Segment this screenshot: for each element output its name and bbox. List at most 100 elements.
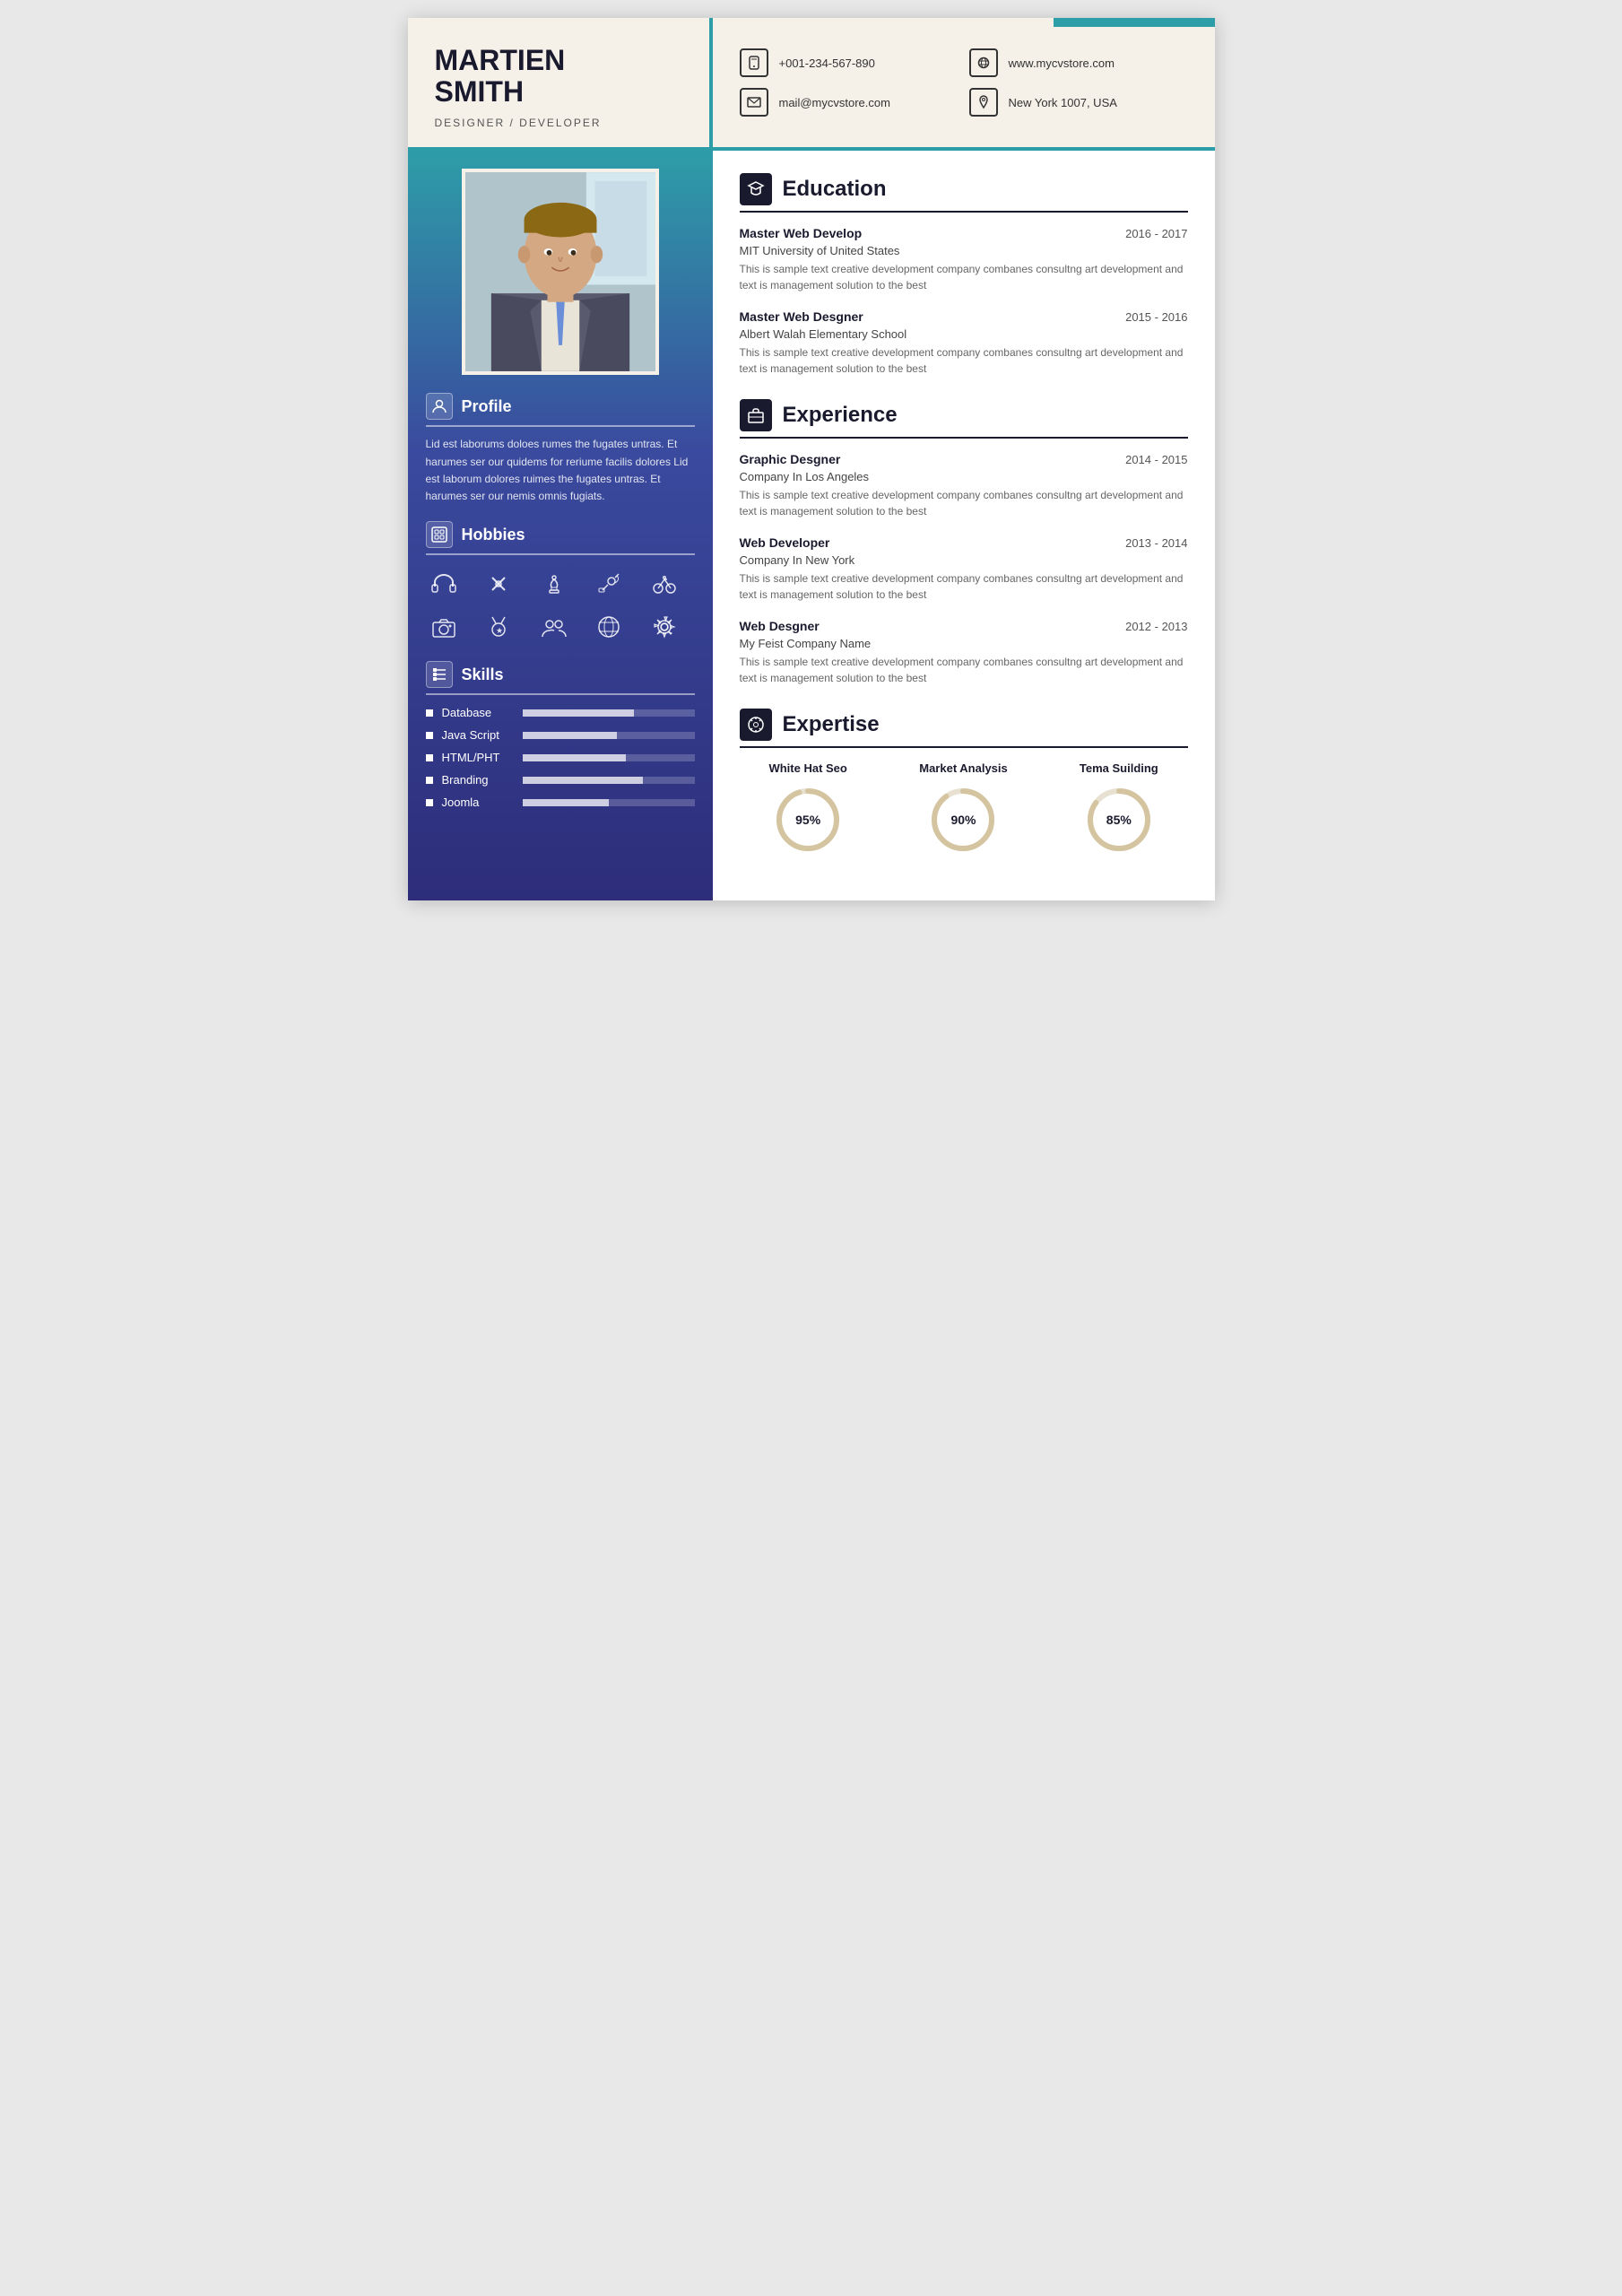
skills-icon [426,661,453,688]
education-entry-2: Master Web Desgner 2015 - 2016 Albert Wa… [740,309,1188,377]
website-icon [969,48,998,77]
hobby-satellite [591,566,627,602]
entry-header: Web Developer 2013 - 2014 [740,535,1188,550]
expertise-item-2: Market Analysis 90% [895,761,1032,856]
skill-item-html: HTML/PHT [426,751,695,764]
contact-website: www.mycvstore.com [969,48,1188,77]
expertise-section: Expertise White Hat Seo 95% [740,709,1188,856]
entry-desc: This is sample text creative development… [740,487,1188,519]
skill-bar-bg [523,754,695,761]
body: Profile Lid est laborums doloes rumes th… [408,151,1215,900]
skill-dot [426,799,433,806]
header-contact: +001-234-567-890 www.mycvstore.com [713,18,1215,147]
entry-subtitle: My Feist Company Name [740,637,1188,650]
main-content: Education Master Web Develop 2016 - 2017… [713,151,1215,900]
header-left: MARTIEN SMITH DESIGNER / DEVELOPER [408,18,713,147]
hobby-globe [591,609,627,645]
skill-item-database: Database [426,706,695,719]
education-title: Education [783,177,887,202]
education-section: Education Master Web Develop 2016 - 2017… [740,173,1188,377]
skill-name: Java Script [442,728,514,742]
skill-bar-bg [523,732,695,739]
expertise-item-1: White Hat Seo 95% [740,761,877,856]
profile-section: Profile Lid est laborums doloes rumes th… [426,393,695,505]
skills-section: Skills Database Java Script [426,661,695,809]
hobby-medal: ★ [481,609,516,645]
skills-list: Database Java Script HTM [426,706,695,809]
skills-section-header: Skills [426,661,695,695]
skill-dot [426,709,433,717]
entry-date: 2012 - 2013 [1125,620,1187,633]
hobby-chess [536,566,572,602]
skill-dot [426,732,433,739]
location-icon [969,88,998,117]
skill-dot [426,777,433,784]
website-value: www.mycvstore.com [1009,57,1115,70]
expertise-label: Tema Suilding [1050,761,1187,775]
entry-date: 2015 - 2016 [1125,310,1187,324]
skill-name: Joomla [442,796,514,809]
hobbies-grid: ★ [426,566,695,645]
skill-item-javascript: Java Script [426,728,695,742]
svg-text:★: ★ [496,626,503,635]
contact-phone: +001-234-567-890 [740,48,958,77]
profile-title: Profile [462,397,512,416]
skill-name: Database [442,706,514,719]
skill-bar-fill [523,777,643,784]
contact-location: New York 1007, USA [969,88,1188,117]
entry-date: 2013 - 2014 [1125,536,1187,550]
email-icon [740,88,768,117]
profile-icon [426,393,453,420]
experience-entry-2: Web Developer 2013 - 2014 Company In New… [740,535,1188,603]
hobby-music [481,566,516,602]
entry-header: Master Web Develop 2016 - 2017 [740,226,1188,240]
experience-entry-1: Graphic Desgner 2014 - 2015 Company In L… [740,452,1188,519]
experience-entry-3: Web Desgner 2012 - 2013 My Feist Company… [740,619,1188,686]
expertise-header: Expertise [740,709,1188,748]
profile-photo [462,169,659,375]
circle-text: 90% [950,813,976,827]
entry-subtitle: Albert Walah Elementary School [740,327,1188,341]
experience-section: Experience Graphic Desgner 2014 - 2015 C… [740,399,1188,686]
experience-header: Experience [740,399,1188,439]
circle-progress-2: 90% [927,784,999,856]
entry-header: Graphic Desgner 2014 - 2015 [740,452,1188,466]
header: MARTIEN SMITH DESIGNER / DEVELOPER +001-… [408,18,1215,151]
hobby-group [536,609,572,645]
entry-title: Graphic Desgner [740,452,841,466]
education-header: Education [740,173,1188,213]
expertise-title: Expertise [783,712,880,737]
entry-desc: This is sample text creative development… [740,570,1188,603]
hobbies-title: Hobbies [462,526,525,544]
experience-title: Experience [783,403,898,428]
expertise-label: White Hat Seo [740,761,877,775]
hobby-camera [426,609,462,645]
skill-item-joomla: Joomla [426,796,695,809]
skill-bar-fill [523,799,609,806]
skill-bar-fill [523,732,618,739]
hobbies-icon [426,521,453,548]
entry-subtitle: Company In New York [740,553,1188,567]
expertise-item-3: Tema Suilding 85% [1050,761,1187,856]
skill-bar-fill [523,709,635,717]
skill-bar-bg [523,709,695,717]
skill-bar-bg [523,799,695,806]
circle-text: 95% [795,813,820,827]
contact-email: mail@mycvstore.com [740,88,958,117]
expertise-icon [740,709,772,741]
skill-item-branding: Branding [426,773,695,787]
skill-bar-bg [523,777,695,784]
sidebar: Profile Lid est laborums doloes rumes th… [408,151,713,900]
hobbies-section-header: Hobbies [426,521,695,555]
entry-title: Web Desgner [740,619,820,633]
circle-progress-3: 85% [1083,784,1155,856]
hobbies-section: Hobbies [426,521,695,645]
education-entry-1: Master Web Develop 2016 - 2017 MIT Unive… [740,226,1188,293]
entry-title: Master Web Develop [740,226,863,240]
phone-icon [740,48,768,77]
candidate-name: MARTIEN SMITH [435,45,682,108]
profile-text: Lid est laborums doloes rumes the fugate… [426,436,695,505]
candidate-title: DESIGNER / DEVELOPER [435,117,682,129]
resume-container: MARTIEN SMITH DESIGNER / DEVELOPER +001-… [408,18,1215,900]
entry-header: Web Desgner 2012 - 2013 [740,619,1188,633]
